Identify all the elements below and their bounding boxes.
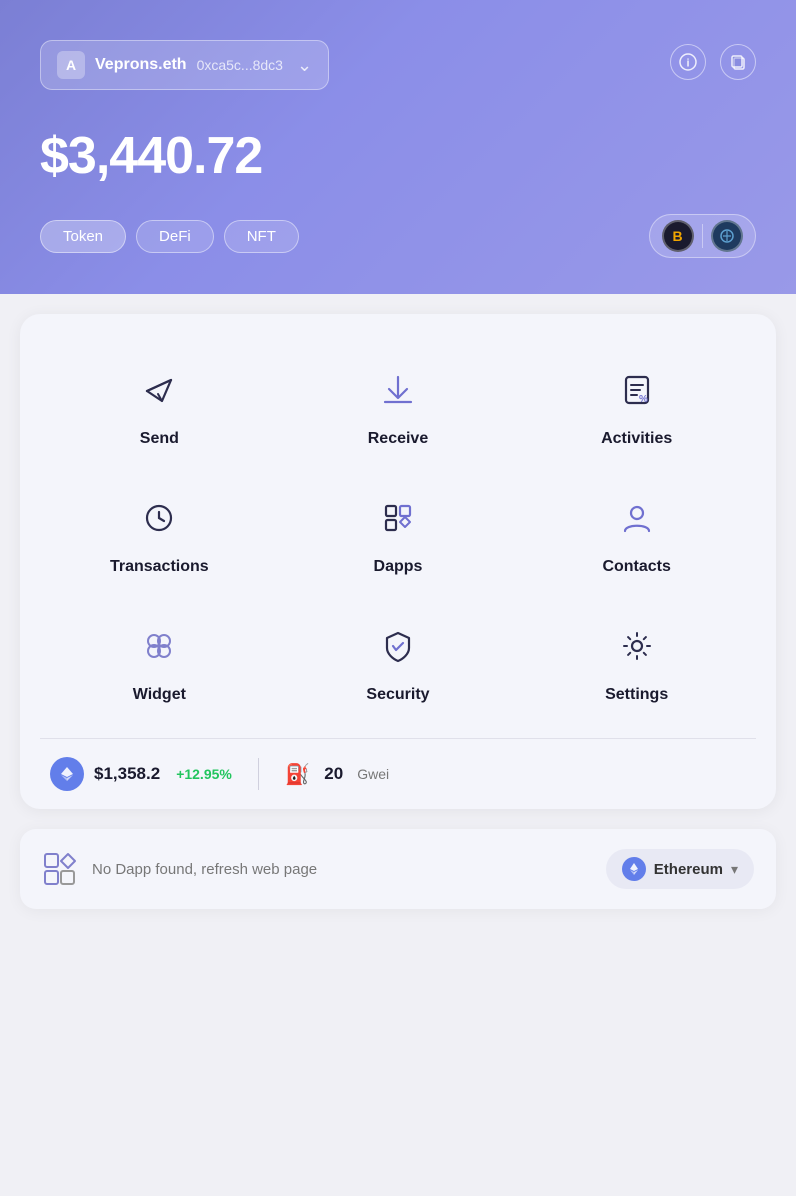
chain-divider [702,224,704,248]
dapps-icon [372,492,424,544]
transactions-label: Transactions [110,558,209,576]
gas-unit: Gwei [357,766,389,782]
second-chain-icon [711,220,743,252]
ethereum-chain-button[interactable]: Ethereum ▾ [606,849,754,889]
security-label: Security [366,686,429,704]
contacts-icon [611,492,663,544]
dapp-bar: No Dapp found, refresh web page Ethereum… [20,829,776,909]
contacts-action[interactable]: Contacts [517,472,756,600]
wallet-name: Veprons.eth [95,56,187,74]
dapps-label: Dapps [374,558,423,576]
info-button[interactable]: i [670,44,706,80]
address-bar[interactable]: A Veprons.eth 0xca5c...8dc3 ⌄ [40,40,329,90]
eth-price: $1,358.2 [94,764,160,784]
receive-icon [372,364,424,416]
price-divider [258,758,260,790]
receive-action[interactable]: Receive [279,344,518,472]
header-icons: i [670,44,756,80]
settings-action[interactable]: Settings [517,600,756,728]
chevron-down-icon[interactable]: ⌄ [297,55,312,76]
send-action[interactable]: Send [40,344,279,472]
activities-label: Activities [601,430,672,448]
svg-text:i: i [686,58,689,70]
copy-button[interactable] [720,44,756,80]
info-icon: i [679,53,697,71]
ethereum-label: Ethereum [654,861,723,878]
security-icon [372,620,424,672]
tab-defi[interactable]: DeFi [136,220,214,253]
gas-value: 20 [324,764,343,784]
actions-grid: Send Receive % [40,344,756,728]
receive-label: Receive [368,430,429,448]
dapps-bar-icon [42,851,78,887]
svg-text:%: % [639,394,648,405]
settings-label: Settings [605,686,668,704]
wallet-avatar: A [57,51,85,79]
settings-icon [611,620,663,672]
widget-label: Widget [133,686,186,704]
dapps-action[interactable]: Dapps [279,472,518,600]
chain-icons-group[interactable]: B [649,214,757,258]
copy-icon [729,53,747,71]
security-action[interactable]: Security [279,600,518,728]
transactions-action[interactable]: Transactions [40,472,279,600]
tab-nft[interactable]: NFT [224,220,299,253]
tab-token[interactable]: Token [40,220,126,253]
tab-row: Token DeFi NFT B [40,214,756,258]
activities-icon: % [611,364,663,416]
contacts-label: Contacts [602,558,670,576]
widget-icon [133,620,185,672]
main-card: Send Receive % [20,314,776,809]
activities-action[interactable]: % Activities [517,344,756,472]
hero-section: A Veprons.eth 0xca5c...8dc3 ⌄ i $3,440.7… [0,0,796,294]
eth-chain-logo [622,857,646,881]
send-icon [133,364,185,416]
no-dapp-text: No Dapp found, refresh web page [92,861,592,878]
wallet-address: 0xca5c...8dc3 [197,57,283,73]
chevron-down-icon: ▾ [731,861,738,878]
transactions-icon [133,492,185,544]
send-label: Send [140,430,179,448]
eth-logo [50,757,84,791]
eth-change: +12.95% [176,766,232,782]
binance-chain-icon: B [662,220,694,252]
price-bar: $1,358.2 +12.95% ⛽ 20 Gwei [40,738,756,809]
gas-pump-icon: ⛽ [285,762,310,787]
widget-action[interactable]: Widget [40,600,279,728]
balance-display: $3,440.72 [40,126,756,186]
